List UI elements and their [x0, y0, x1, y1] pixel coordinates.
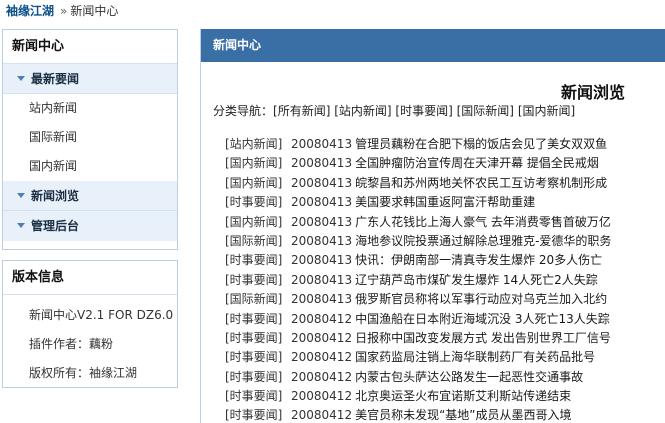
news-title-link[interactable]: 美官员称未发现“基地”成员从墨西哥入境	[355, 408, 571, 422]
list-item: [国际新闻] 20080413 海地参议院投票通过解除总理雅克-爱德华的职务	[225, 232, 665, 251]
list-item: [时事要闻] 20080413 美国要求韩国重返阿富汗帮助重建	[225, 193, 665, 212]
news-category[interactable]: [时事要闻]	[225, 348, 291, 367]
page-title: 新闻浏览	[560, 83, 625, 102]
nav-item-domestic-news[interactable]: 国内新闻	[3, 152, 177, 181]
nav-group-label: 管理后台	[31, 219, 80, 233]
list-item: [时事要闻] 20080412 日报称中国改变发展方式 发出告别世界工厂信号	[225, 329, 665, 348]
list-item: [国际新闻] 20080413 俄罗斯官员称将以军事行动应对乌克兰加入北约	[225, 290, 665, 309]
news-date: 20080412	[291, 408, 353, 423]
news-date: 20080413	[291, 175, 353, 190]
main-panel: 新闻中心 新闻浏览 分类导航：[所有新闻] [站内新闻] [时事要闻] [国际新…	[200, 29, 665, 423]
list-item: [时事要闻] 20080412 北京奥运圣火布宜诺斯艾利斯站传递结束	[225, 387, 665, 406]
breadcrumb-site-link[interactable]: 袖缘江湖	[6, 4, 54, 18]
news-category[interactable]: [时事要闻]	[225, 271, 291, 290]
news-category[interactable]: [国内新闻]	[225, 154, 291, 173]
news-date: 20080412	[291, 389, 353, 404]
news-category[interactable]: [时事要闻]	[225, 406, 291, 423]
list-item: [时事要闻] 20080412 美官员称未发现“基地”成员从墨西哥入境	[225, 406, 665, 423]
news-title-link[interactable]: 广东人花钱比上海人豪气 去年消费零售首破万亿	[355, 215, 611, 229]
news-category[interactable]: [时事要闻]	[225, 368, 291, 387]
news-title-link[interactable]: 俄罗斯官员称将以军事行动应对乌克兰加入北约	[355, 292, 607, 306]
news-category[interactable]: [时事要闻]	[225, 310, 291, 329]
chevron-down-icon	[17, 193, 25, 198]
news-title-link[interactable]: 北京奥运圣火布宜诺斯艾利斯站传递结束	[355, 389, 571, 403]
news-category[interactable]: [站内新闻]	[225, 135, 291, 154]
news-category[interactable]: [时事要闻]	[225, 329, 291, 348]
chevron-down-icon	[17, 223, 25, 228]
chevron-down-icon	[17, 76, 25, 81]
news-title-link[interactable]: 中国渔船在日本附近海域沉没 3人死亡13人失踪	[355, 312, 610, 326]
nav-group-latest-news[interactable]: 最新要闻	[3, 64, 177, 94]
version-text: 新闻中心V2.1 FOR DZ6.0	[29, 308, 174, 322]
news-title-link[interactable]: 美国要求韩国重返阿富汗帮助重建	[355, 195, 535, 209]
news-category[interactable]: [国际新闻]	[225, 290, 291, 309]
news-title-link[interactable]: 皖黎昌和苏州两地关怀农民工互访考察机制形成	[355, 176, 607, 190]
list-item: [站内新闻] 20080413 管理员藕粉在合肥下榻的饭店会见了美女双双鱼	[225, 135, 665, 154]
news-title-link[interactable]: 日报称中国改变发展方式 发出告别世界工厂信号	[355, 331, 611, 345]
list-item: [国内新闻] 20080413 广东人花钱比上海人豪气 去年消费零售首破万亿	[225, 213, 665, 232]
nav-panel: 新闻中心 最新要闻 站内新闻 国际新闻 国内新闻 新闻浏览 管理后台	[2, 29, 178, 250]
news-category[interactable]: [时事要闻]	[225, 387, 291, 406]
news-date: 20080412	[291, 369, 353, 384]
copyright-text: 版权所有：袖缘江湖	[29, 366, 138, 380]
news-title-link[interactable]: 内蒙古包头萨达公路发生一起恶性交通事故	[355, 370, 583, 384]
news-date: 20080412	[291, 350, 353, 365]
version-info-panel: 版本信息 新闻中心V2.1 FOR DZ6.0 插件作者：藕粉 版权所有：袖缘江…	[2, 260, 178, 388]
news-list: [站内新闻] 20080413 管理员藕粉在合肥下榻的饭店会见了美女双双鱼 [国内新…	[225, 135, 665, 423]
category-nav-label: 分类导航：	[213, 104, 274, 118]
news-category[interactable]: [时事要闻]	[225, 193, 291, 212]
main-panel-header: 新闻中心	[201, 29, 665, 62]
nav-group-admin[interactable]: 管理后台	[3, 211, 177, 241]
category-link-domestic[interactable]: [国内新闻]	[518, 104, 575, 118]
nav-item-international-news[interactable]: 国际新闻	[3, 123, 177, 152]
news-date: 20080412	[291, 330, 353, 345]
news-date: 20080413	[291, 292, 353, 307]
list-item: [国内新闻] 20080413 全国肿瘤防治宣传周在天津开幕 提倡全民戒烟	[225, 154, 665, 173]
category-link-site[interactable]: [站内新闻]	[334, 104, 391, 118]
news-category[interactable]: [国内新闻]	[225, 213, 291, 232]
list-item: [时事要闻] 20080412 中国渔船在日本附近海域沉没 3人死亡13人失踪	[225, 310, 665, 329]
news-date: 20080413	[291, 137, 353, 151]
news-title-link[interactable]: 国家药监局注销上海华联制药厂有关药品批号	[355, 350, 595, 364]
news-category[interactable]: [国际新闻]	[225, 232, 291, 251]
breadcrumb-current: 新闻中心	[70, 4, 119, 18]
news-title-link[interactable]: 快讯：伊朗南部一清真寺发生爆炸 20多人伤亡	[355, 253, 602, 267]
breadcrumb-separator: »	[60, 4, 68, 18]
nav-group-label: 最新要闻	[31, 72, 80, 86]
news-date: 20080413	[291, 214, 353, 229]
news-date: 20080413	[291, 253, 353, 268]
news-title-link[interactable]: 辽宁葫芦岛市煤矿发生爆炸 14人死亡2人失踪	[355, 273, 598, 287]
list-item: [时事要闻] 20080412 国家药监局注销上海华联制药厂有关药品批号	[225, 348, 665, 367]
category-link-international[interactable]: [国际新闻]	[457, 104, 514, 118]
nav-item-site-news[interactable]: 站内新闻	[3, 94, 177, 123]
list-item: [时事要闻] 20080412 内蒙古包头萨达公路发生一起恶性交通事故	[225, 368, 665, 387]
news-title-link[interactable]: 全国肿瘤防治宣传周在天津开幕 提倡全民戒烟	[355, 156, 599, 170]
category-link-all[interactable]: [所有新闻]	[273, 104, 330, 118]
news-title-link[interactable]: 海地参议院投票通过解除总理雅克-爱德华的职务	[355, 234, 611, 248]
news-date: 20080413	[291, 195, 353, 210]
nav-group-label: 新闻浏览	[31, 189, 80, 203]
news-date: 20080413	[291, 272, 353, 287]
nav-group-news-browse[interactable]: 新闻浏览	[3, 181, 177, 211]
news-date: 20080413	[291, 233, 353, 248]
news-title-link[interactable]: 管理员藕粉在合肥下榻的饭店会见了美女双双鱼	[355, 137, 607, 151]
news-category[interactable]: [国内新闻]	[225, 174, 291, 193]
breadcrumb: 袖缘江湖 » 新闻中心	[6, 2, 118, 20]
nav-panel-title: 新闻中心	[3, 30, 177, 64]
version-info-title: 版本信息	[3, 261, 177, 295]
category-link-current-affairs[interactable]: [时事要闻]	[395, 104, 452, 118]
list-item: [国内新闻] 20080413 皖黎昌和苏州两地关怀农民工互访考察机制形成	[225, 174, 665, 193]
news-date: 20080412	[291, 311, 353, 326]
author-text: 插件作者：藕粉	[29, 337, 114, 351]
list-item: [时事要闻] 20080413 辽宁葫芦岛市煤矿发生爆炸 14人死亡2人失踪	[225, 271, 665, 290]
news-category[interactable]: [时事要闻]	[225, 251, 291, 270]
news-date: 20080413	[291, 156, 353, 171]
category-nav: 分类导航：[所有新闻] [站内新闻] [时事要闻] [国际新闻] [国内新闻]	[213, 102, 575, 119]
list-item: [时事要闻] 20080413 快讯：伊朗南部一清真寺发生爆炸 20多人伤亡	[225, 251, 665, 270]
